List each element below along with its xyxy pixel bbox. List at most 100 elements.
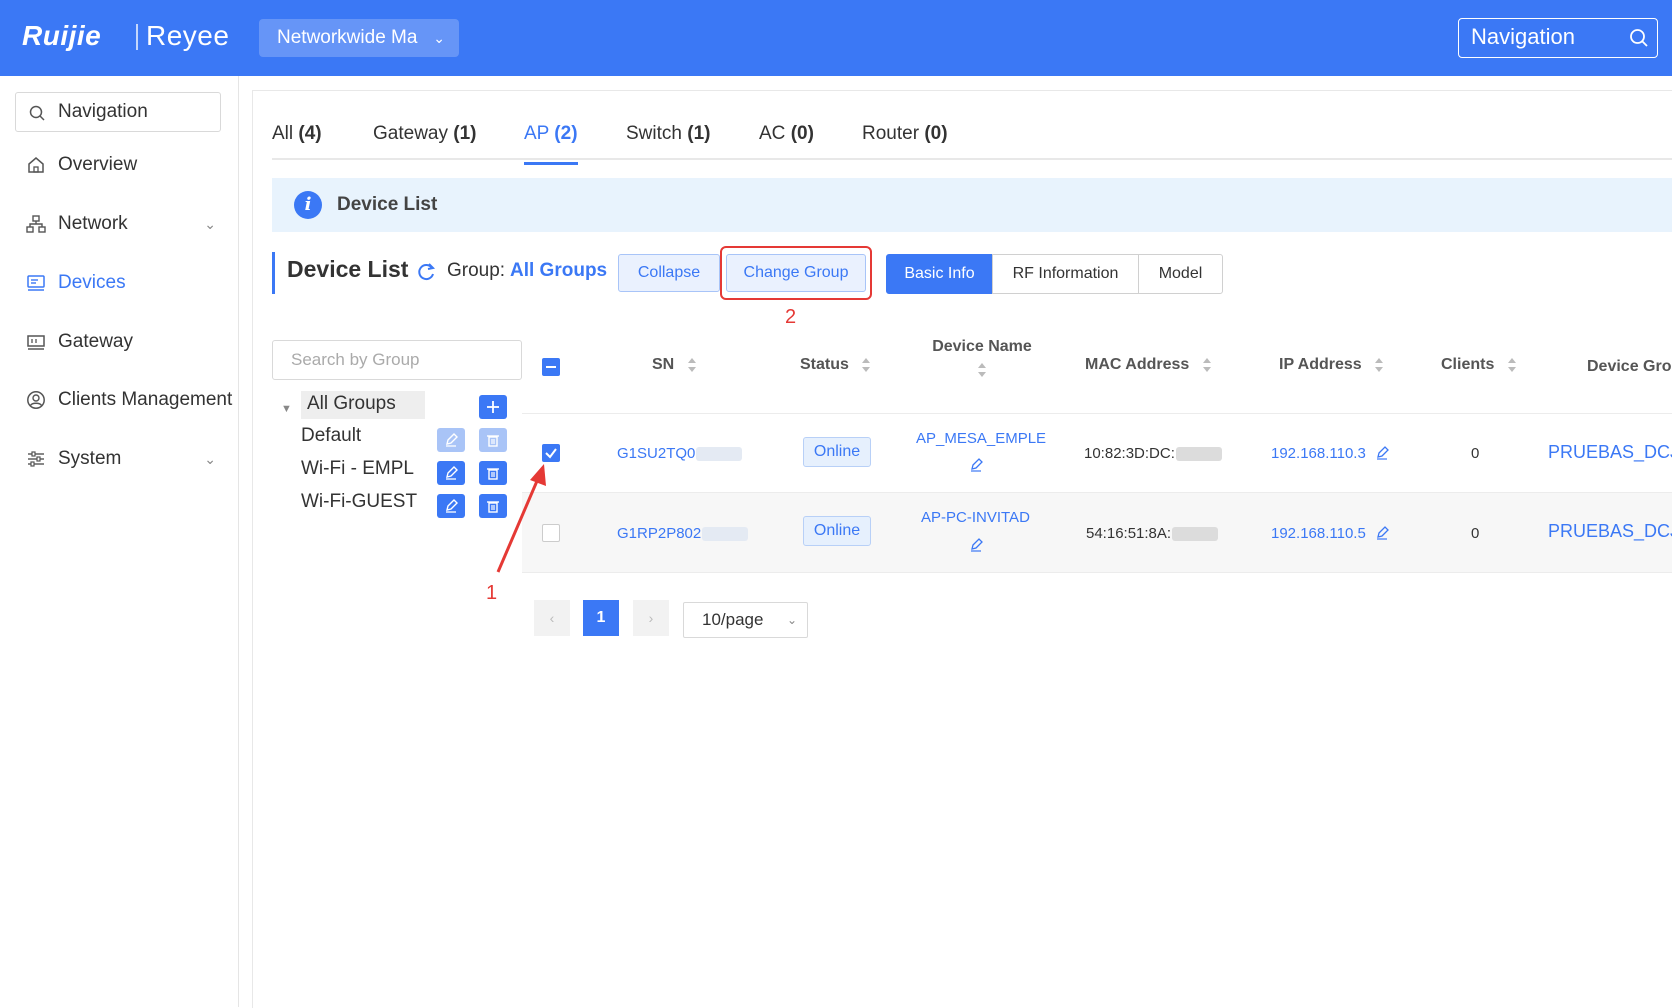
group-item-default[interactable]: Default xyxy=(301,425,361,447)
sidebar-search-input[interactable]: Navigation xyxy=(15,92,221,132)
cell-ip-text: 192.168.110.3 xyxy=(1271,445,1366,462)
pagination-current-page[interactable]: 1 xyxy=(583,600,619,636)
edit-pencil-icon[interactable] xyxy=(969,458,983,472)
tab-label: AP xyxy=(524,123,550,144)
section-accent-bar xyxy=(272,252,275,294)
delete-group-button-disabled xyxy=(479,428,507,452)
column-header-label: Status xyxy=(800,356,849,373)
edit-group-button[interactable] xyxy=(437,494,465,518)
device-list-title: Device List xyxy=(287,256,409,282)
cell-clients: 0 xyxy=(1471,525,1480,542)
cell-ip-text: 192.168.110.5 xyxy=(1271,525,1366,542)
network-topology-icon xyxy=(26,215,46,233)
cell-sn[interactable]: G1RP2P802 xyxy=(617,525,749,542)
group-item-wifi-empl[interactable]: Wi-Fi - EMPL xyxy=(301,458,414,480)
refresh-icon[interactable] xyxy=(415,261,437,283)
sidebar-item-label: Clients Management xyxy=(58,389,233,410)
column-header-label: Clients xyxy=(1441,356,1495,373)
tab-ac[interactable]: AC (0) xyxy=(759,120,814,162)
tree-collapse-caret-icon[interactable]: ▼ xyxy=(281,403,292,415)
info-icon: i xyxy=(294,191,322,219)
pagination-prev-button[interactable]: ‹ xyxy=(534,600,570,636)
top-bar: Ruijie Reyee Networkwide Ma ⌄ Navigation xyxy=(0,0,1672,76)
tab-gateway[interactable]: Gateway (1) xyxy=(373,120,477,162)
column-header-device-name[interactable]: Device Name xyxy=(932,338,1032,383)
tab-router[interactable]: Router (0) xyxy=(862,120,948,162)
tab-label: Gateway xyxy=(373,123,448,144)
page-size-value: 10/page xyxy=(702,610,764,629)
select-all-checkbox[interactable] xyxy=(542,358,560,376)
cell-device-name[interactable]: AP-PC-INVITAD xyxy=(921,509,1030,526)
chevron-down-icon: ⌄ xyxy=(204,216,216,232)
edit-pencil-icon[interactable] xyxy=(1375,446,1389,460)
tab-all[interactable]: All (4) xyxy=(272,120,322,162)
column-header-mac-address[interactable]: MAC Address xyxy=(1085,356,1212,374)
annotation-number-2: 2 xyxy=(785,306,797,328)
tab-label: Switch xyxy=(626,123,682,144)
column-header-device-group: Device Grou xyxy=(1587,358,1672,375)
group-value[interactable]: All Groups xyxy=(510,260,607,282)
column-header-status[interactable]: Status xyxy=(800,356,871,374)
search-icon xyxy=(29,105,45,121)
sort-icon xyxy=(978,363,986,377)
tab-count: (2) xyxy=(554,123,578,144)
sidebar-item-label: Overview xyxy=(58,154,138,175)
network-selector-label: Networkwide Ma xyxy=(277,27,418,48)
sidebar-item-system[interactable]: System ⌄ xyxy=(26,444,236,474)
edit-pencil-icon[interactable] xyxy=(969,538,983,552)
redacted-region xyxy=(1172,527,1219,542)
user-circle-icon xyxy=(27,391,45,409)
page-size-select[interactable]: 10/page ⌄ xyxy=(683,602,808,638)
cell-device-group[interactable]: PRUEBAS_DCJ xyxy=(1548,442,1672,463)
gateway-icon xyxy=(27,335,45,350)
tab-rf-information[interactable]: RF Information xyxy=(992,254,1139,294)
sidebar-item-overview[interactable]: Overview xyxy=(26,150,236,180)
edit-group-button[interactable] xyxy=(437,461,465,485)
row-divider xyxy=(522,413,1672,414)
group-item-all-groups[interactable]: All Groups xyxy=(307,393,396,415)
sidebar: Navigation Overview Network ⌄ Devices Ga… xyxy=(0,76,239,1007)
column-header-ip-address[interactable]: IP Address xyxy=(1279,356,1384,374)
ruijie-logo: Ruijie xyxy=(22,20,102,51)
group-item-wifi-guest[interactable]: Wi-Fi-GUEST xyxy=(301,491,417,513)
row-divider xyxy=(522,572,1672,573)
tab-count: (0) xyxy=(790,123,814,144)
pagination-next-button[interactable]: › xyxy=(633,600,669,636)
sidebar-item-clients-management[interactable]: Clients Management xyxy=(26,385,236,415)
tab-switch[interactable]: Switch (1) xyxy=(626,120,710,162)
group-search-input[interactable]: Search by Group xyxy=(272,340,522,380)
sidebar-item-label: Devices xyxy=(58,272,126,293)
cell-device-group[interactable]: PRUEBAS_DCJ xyxy=(1548,521,1672,542)
column-header-clients[interactable]: Clients xyxy=(1441,356,1517,374)
cell-ip-address[interactable]: 192.168.110.3 xyxy=(1271,445,1366,462)
sidebar-item-network[interactable]: Network ⌄ xyxy=(26,209,236,239)
network-selector[interactable]: Networkwide Ma ⌄ xyxy=(259,19,459,57)
column-header-label: SN xyxy=(652,356,675,373)
sidebar-item-gateway[interactable]: Gateway xyxy=(26,327,236,357)
chevron-down-icon: ⌄ xyxy=(433,30,445,46)
redacted-region xyxy=(702,527,749,542)
sort-icon xyxy=(1375,357,1384,372)
edit-pencil-icon xyxy=(446,499,458,513)
column-header-sn[interactable]: SN xyxy=(652,356,697,374)
plus-icon xyxy=(487,401,499,413)
tab-model[interactable]: Model xyxy=(1138,254,1223,294)
tab-label: AC xyxy=(759,123,786,144)
edit-pencil-icon xyxy=(446,466,458,480)
tab-basic-info[interactable]: Basic Info xyxy=(886,254,993,294)
edit-pencil-icon[interactable] xyxy=(1375,526,1389,540)
cell-mac-text: 54:16:51:8A: xyxy=(1086,525,1172,542)
cell-ip-address[interactable]: 192.168.110.5 xyxy=(1271,525,1366,542)
add-group-button[interactable] xyxy=(479,395,507,419)
info-banner: i Device List xyxy=(272,178,1672,232)
cell-sn[interactable]: G1SU2TQ0 xyxy=(617,445,743,462)
cell-sn-text: G1RP2P802 xyxy=(617,525,702,542)
tab-label: All xyxy=(272,123,294,144)
column-header-label: Device Name xyxy=(932,338,1032,355)
cell-device-name[interactable]: AP_MESA_EMPLE xyxy=(916,430,1046,447)
sidebar-item-devices[interactable]: Devices xyxy=(26,268,236,298)
navigation-search-input[interactable]: Navigation xyxy=(1458,18,1658,58)
tab-count: (0) xyxy=(924,123,948,144)
sort-icon xyxy=(1202,357,1211,372)
collapse-button[interactable]: Collapse xyxy=(618,254,720,292)
